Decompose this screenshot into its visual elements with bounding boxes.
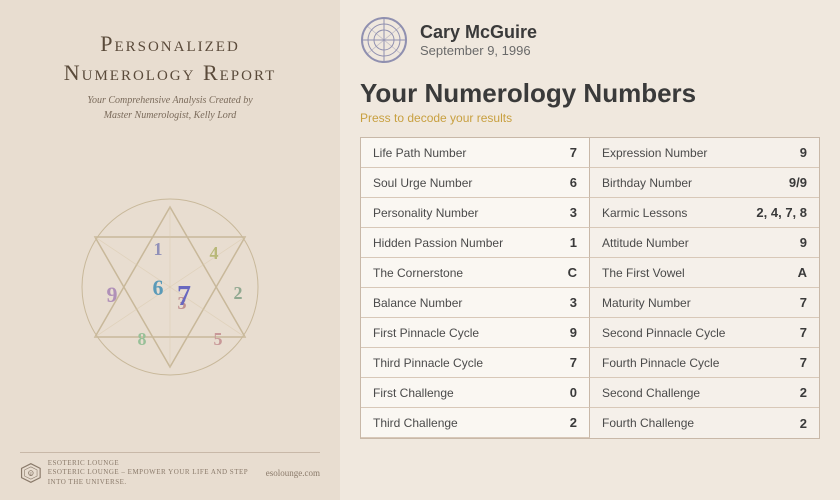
number-label: Hidden Passion Number bbox=[373, 236, 503, 250]
number-label: Karmic Lessons bbox=[602, 206, 687, 220]
number-value: 7 bbox=[777, 355, 807, 370]
number-label: The First Vowel bbox=[602, 266, 685, 280]
number-label: Attitude Number bbox=[602, 236, 689, 250]
brand-logo: E ESOTERIC LOUNGE Esoteric Lounge – Empo… bbox=[20, 459, 266, 488]
number-value: 2 bbox=[547, 415, 577, 430]
number-label: Expression Number bbox=[602, 146, 707, 160]
number-value: 7 bbox=[547, 145, 577, 160]
number-label: First Pinnacle Cycle bbox=[373, 326, 479, 340]
svg-text:9: 9 bbox=[107, 282, 118, 307]
svg-text:6: 6 bbox=[153, 275, 164, 300]
number-label: The Cornerstone bbox=[373, 266, 463, 280]
svg-text:7: 7 bbox=[177, 281, 191, 312]
table-row[interactable]: The First Vowel A bbox=[590, 258, 819, 288]
table-row[interactable]: Personality Number 3 bbox=[361, 198, 590, 228]
number-value: 2 bbox=[777, 385, 807, 400]
number-label: Second Pinnacle Cycle bbox=[602, 326, 725, 340]
table-row[interactable]: Hidden Passion Number 1 bbox=[361, 228, 590, 258]
number-value: 9 bbox=[547, 325, 577, 340]
number-value: C bbox=[547, 265, 577, 280]
svg-text:5: 5 bbox=[214, 329, 223, 349]
table-row[interactable]: Fourth Challenge 2 bbox=[590, 408, 819, 438]
number-value: 3 bbox=[547, 295, 577, 310]
table-row[interactable]: Third Pinnacle Cycle 7 bbox=[361, 348, 590, 378]
table-row[interactable]: Third Challenge 2 bbox=[361, 408, 590, 438]
number-value: 7 bbox=[777, 325, 807, 340]
table-row[interactable]: Life Path Number 7 bbox=[361, 138, 590, 168]
table-row[interactable]: Birthday Number 9/9 bbox=[590, 168, 819, 198]
table-row[interactable]: Expression Number 9 bbox=[590, 138, 819, 168]
user-avatar-icon bbox=[360, 16, 408, 64]
brand-tagline: Esoteric Lounge – Empower Your Life and … bbox=[48, 468, 266, 488]
svg-text:4: 4 bbox=[210, 243, 219, 263]
user-info: Cary McGuire September 9, 1996 bbox=[420, 22, 537, 58]
number-value: 7 bbox=[547, 355, 577, 370]
number-value: 6 bbox=[547, 175, 577, 190]
number-label: Soul Urge Number bbox=[373, 176, 472, 190]
number-value: A bbox=[777, 265, 807, 280]
svg-text:2: 2 bbox=[234, 283, 243, 303]
section-title: Your Numerology Numbers bbox=[360, 78, 820, 109]
footer-url: esolounge.com bbox=[266, 468, 320, 478]
brand-text: ESOTERIC LOUNGE Esoteric Lounge – Empowe… bbox=[48, 459, 266, 488]
number-value: 3 bbox=[547, 205, 577, 220]
number-value: 9/9 bbox=[777, 175, 807, 190]
left-title: Personalized Numerology Report Your Comp… bbox=[64, 30, 277, 123]
table-row[interactable]: Second Pinnacle Cycle 7 bbox=[590, 318, 819, 348]
number-label: Fourth Pinnacle Cycle bbox=[602, 356, 719, 370]
table-row[interactable]: Maturity Number 7 bbox=[590, 288, 819, 318]
number-value: 2, 4, 7, 8 bbox=[756, 205, 807, 220]
number-label: Life Path Number bbox=[373, 146, 466, 160]
brand-name: ESOTERIC LOUNGE bbox=[48, 459, 266, 469]
number-value: 9 bbox=[777, 235, 807, 250]
number-value: 2 bbox=[777, 416, 807, 431]
number-label: Birthday Number bbox=[602, 176, 692, 190]
left-panel: Personalized Numerology Report Your Comp… bbox=[0, 0, 340, 500]
number-value: 9 bbox=[777, 145, 807, 160]
number-label: Third Pinnacle Cycle bbox=[373, 356, 483, 370]
table-row[interactable]: The Cornerstone C bbox=[361, 258, 590, 288]
number-label: Maturity Number bbox=[602, 296, 691, 310]
table-row[interactable]: Balance Number 3 bbox=[361, 288, 590, 318]
user-name: Cary McGuire bbox=[420, 22, 537, 43]
number-label: Personality Number bbox=[373, 206, 478, 220]
table-row[interactable]: Karmic Lessons 2, 4, 7, 8 bbox=[590, 198, 819, 228]
numbers-grid: Life Path Number 7 Expression Number 9 S… bbox=[360, 137, 820, 439]
number-label: Balance Number bbox=[373, 296, 462, 310]
report-title: Personalized Numerology Report bbox=[64, 30, 277, 87]
table-row[interactable]: Fourth Pinnacle Cycle 7 bbox=[590, 348, 819, 378]
logo-icon: E bbox=[20, 459, 42, 487]
left-footer: E ESOTERIC LOUNGE Esoteric Lounge – Empo… bbox=[20, 452, 320, 488]
number-value: 0 bbox=[547, 385, 577, 400]
table-row[interactable]: First Challenge 0 bbox=[361, 378, 590, 408]
table-row[interactable]: Attitude Number 9 bbox=[590, 228, 819, 258]
number-value: 1 bbox=[547, 235, 577, 250]
number-value: 7 bbox=[777, 295, 807, 310]
user-header: Cary McGuire September 9, 1996 bbox=[360, 16, 820, 64]
number-label: Third Challenge bbox=[373, 416, 458, 430]
number-label: Second Challenge bbox=[602, 386, 700, 400]
svg-text:E: E bbox=[29, 472, 33, 478]
right-panel: Cary McGuire September 9, 1996 Your Nume… bbox=[340, 0, 840, 500]
table-row[interactable]: First Pinnacle Cycle 9 bbox=[361, 318, 590, 348]
section-subtitle: Press to decode your results bbox=[360, 111, 820, 125]
user-date: September 9, 1996 bbox=[420, 43, 537, 58]
svg-text:1: 1 bbox=[154, 239, 163, 259]
number-label: Fourth Challenge bbox=[602, 416, 694, 430]
star-symbol: 1 2 3 4 5 6 7 8 9 bbox=[70, 187, 270, 387]
table-row[interactable]: Second Challenge 2 bbox=[590, 378, 819, 408]
svg-text:8: 8 bbox=[138, 329, 147, 349]
number-label: First Challenge bbox=[373, 386, 454, 400]
report-subtitle: Your Comprehensive Analysis Created by M… bbox=[64, 93, 277, 123]
table-row[interactable]: Soul Urge Number 6 bbox=[361, 168, 590, 198]
